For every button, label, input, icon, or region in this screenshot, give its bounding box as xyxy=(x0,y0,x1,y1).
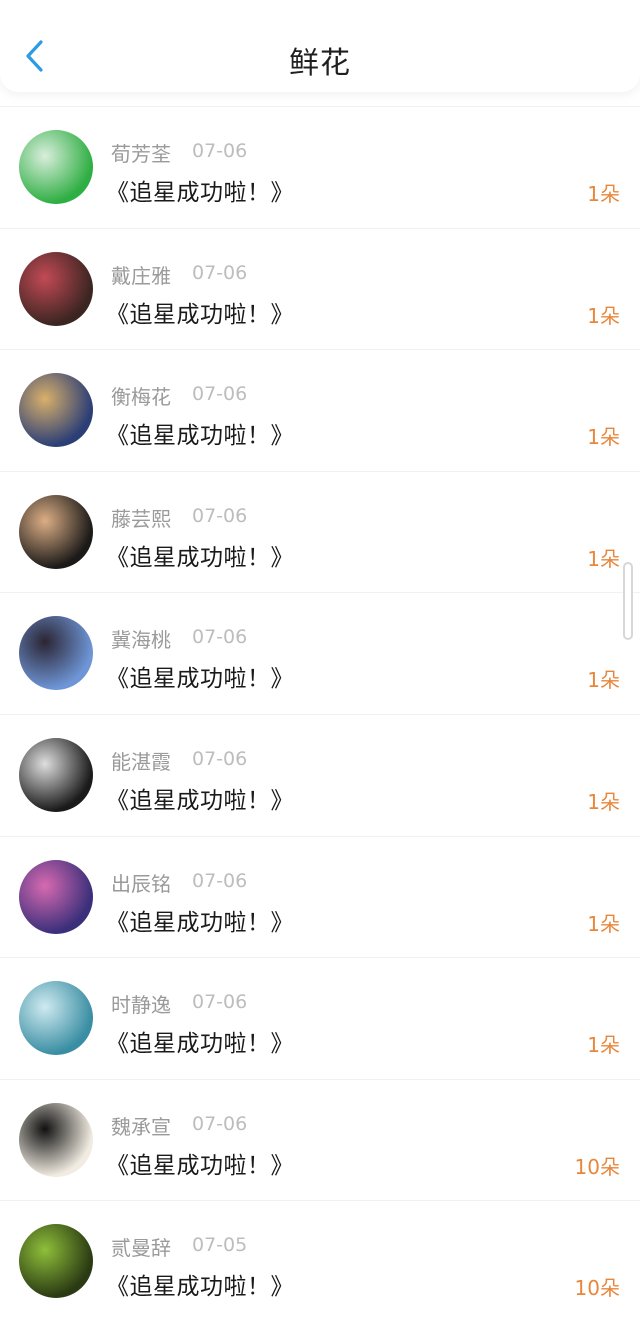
flower-count: 1朵 xyxy=(587,425,620,450)
sender-name: 出辰铭 xyxy=(111,871,171,896)
avatar[interactable] xyxy=(19,1102,93,1177)
flower-count: 1朵 xyxy=(587,1033,620,1058)
gift-message: 《追星成功啦！》 xyxy=(106,1274,294,1301)
gift-date: 07-06 xyxy=(192,869,248,892)
gift-date: 07-06 xyxy=(192,626,248,649)
sender-name: 戴庄雅 xyxy=(111,263,171,288)
sender-name: 魏承宣 xyxy=(111,1114,171,1139)
gift-date: 07-06 xyxy=(192,747,248,770)
list-item[interactable]: 时静逸 07-06 《追星成功啦！》 1朵 xyxy=(0,957,640,1079)
list-item[interactable]: 冀海桃 07-06 《追星成功啦！》 1朵 xyxy=(0,592,640,714)
gift-date: 07-06 xyxy=(192,504,248,527)
list-item[interactable]: 藤芸熙 07-06 《追星成功啦！》 1朵 xyxy=(0,470,640,593)
gift-date: 07-06 xyxy=(192,1112,248,1135)
gift-message: 《追星成功啦！》 xyxy=(106,1031,294,1058)
gift-message: 《追星成功啦！》 xyxy=(106,180,294,206)
sender-name: 藤芸熙 xyxy=(111,506,171,531)
gift-date: 07-06 xyxy=(192,383,248,406)
sender-name: 衡梅花 xyxy=(111,385,171,410)
gift-date: 07-05 xyxy=(192,1234,248,1257)
list-item[interactable]: 魏承宣 07-06 《追星成功啦！》 10朵 xyxy=(0,1078,640,1201)
avatar[interactable] xyxy=(19,616,93,691)
sender-name: 能湛霞 xyxy=(111,749,171,774)
sender-name: 时静逸 xyxy=(111,993,171,1018)
list-item[interactable]: 能湛霞 07-06 《追星成功啦！》 1朵 xyxy=(0,713,640,836)
flower-count: 1朵 xyxy=(587,789,620,814)
avatar[interactable] xyxy=(19,737,93,812)
list-item[interactable]: 戴庄雅 07-06 《追星成功啦！》 1朵 xyxy=(0,227,640,350)
sender-name: 荀芳荃 xyxy=(111,142,171,166)
gift-message: 《追星成功啦！》 xyxy=(106,909,294,936)
gift-message: 《追星成功啦！》 xyxy=(106,544,294,571)
list-item[interactable]: 荀芳荃 07-06 《追星成功啦！》 1朵 xyxy=(0,106,640,228)
gift-message: 《追星成功啦！》 xyxy=(106,423,294,450)
avatar[interactable] xyxy=(19,1224,93,1299)
flower-count: 10朵 xyxy=(574,1154,620,1179)
avatar[interactable] xyxy=(19,981,93,1056)
sender-name: 贰曼辞 xyxy=(111,1236,171,1261)
top-bar: 鲜花 xyxy=(0,0,640,92)
flower-count: 10朵 xyxy=(574,1276,620,1301)
avatar[interactable] xyxy=(19,251,93,326)
flower-count: 1朵 xyxy=(587,911,620,936)
list-item[interactable]: 衡梅花 07-06 《追星成功啦！》 1朵 xyxy=(0,349,640,471)
sender-name: 冀海桃 xyxy=(111,628,171,653)
gift-message: 《追星成功啦！》 xyxy=(106,1152,294,1179)
gift-date: 07-06 xyxy=(192,261,248,284)
avatar[interactable] xyxy=(19,859,93,934)
avatar[interactable] xyxy=(19,373,93,448)
flower-count: 1朵 xyxy=(587,182,620,206)
avatar[interactable] xyxy=(19,130,93,204)
avatar[interactable] xyxy=(19,494,93,569)
page-title: 鲜花 xyxy=(289,46,351,81)
gift-message: 《追星成功啦！》 xyxy=(106,666,294,693)
gift-date: 07-06 xyxy=(192,991,248,1014)
flower-count: 1朵 xyxy=(587,546,620,571)
flower-count: 1朵 xyxy=(587,668,620,693)
list-item[interactable]: 出辰铭 07-06 《追星成功啦！》 1朵 xyxy=(0,835,640,958)
flower-list: 荀芳荃 07-06 《追星成功啦！》 1朵 戴庄雅 07-06 《追星成功啦！》… xyxy=(0,106,640,1322)
gift-message: 《追星成功啦！》 xyxy=(106,787,294,814)
gift-message: 《追星成功啦！》 xyxy=(106,301,294,328)
scrollbar[interactable] xyxy=(623,562,633,640)
list-item[interactable]: 贰曼辞 07-05 《追星成功啦！》 10朵 xyxy=(0,1200,640,1322)
gift-date: 07-06 xyxy=(192,140,248,162)
flower-count: 1朵 xyxy=(587,303,620,328)
